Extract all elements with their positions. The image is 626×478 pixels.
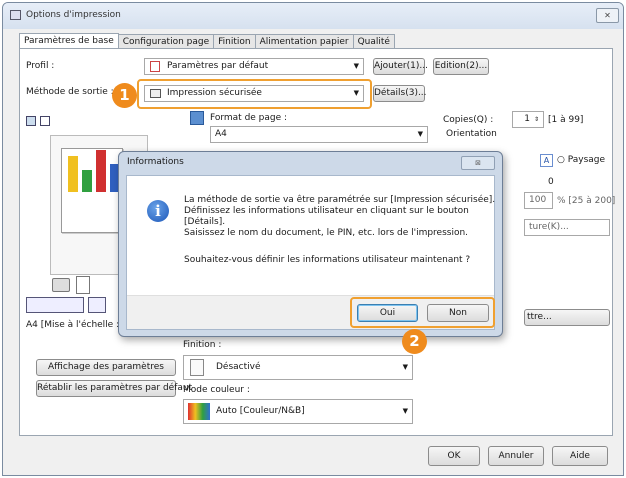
cancel-button[interactable]: Annuler <box>488 446 544 466</box>
tab-paper-source[interactable]: Alimentation papier <box>254 34 354 49</box>
lock-printer-icon <box>150 89 161 98</box>
dialog-message-line-1: La méthode de sortie va être paramétrée … <box>184 195 496 205</box>
preview-mode-icon[interactable] <box>26 116 36 126</box>
profile-select[interactable]: Paramètres par défaut ▼ <box>144 58 364 75</box>
printer-icon <box>10 10 21 20</box>
layout-alt-icon[interactable] <box>88 297 106 313</box>
preview-sheet <box>61 148 123 233</box>
page-format-select[interactable]: A4 ▼ <box>210 126 428 143</box>
edit-profile-button[interactable]: Edition(2)... <box>433 58 489 75</box>
chevron-down-icon: ▼ <box>402 407 408 415</box>
scale-spinner[interactable]: 100 <box>524 192 553 209</box>
orientation-label: Orientation <box>446 129 497 139</box>
window-title: Options d'impression <box>26 10 121 20</box>
scale-range: % [25 à 200] <box>557 196 616 206</box>
help-button[interactable]: Aide <box>552 446 608 466</box>
callout-1: 1 <box>112 83 137 108</box>
color-mode-value: Auto [Couleur/N&B] <box>216 406 305 416</box>
landscape-label: Paysage <box>567 155 606 165</box>
chevron-down-icon: ▼ <box>353 62 359 70</box>
copies-range: [1 à 99] <box>548 115 584 125</box>
dialog-message-line-3: [Détails]. <box>184 217 226 227</box>
profile-label: Profil : <box>26 61 55 71</box>
show-settings-button[interactable]: Affichage des paramètres <box>36 359 176 376</box>
tab-basic-settings[interactable]: Paramètres de base <box>19 33 119 49</box>
preview-bar <box>68 156 78 192</box>
color-mode-select[interactable]: Auto [Couleur/N&B] ▼ <box>183 399 413 424</box>
partial-button[interactable]: ttre... <box>524 309 610 326</box>
dialog-message-line-4: Saisissez le nom du document, le PIN, et… <box>184 228 469 238</box>
copies-spinner[interactable]: 1 ⇕ <box>512 111 544 128</box>
chevron-down-icon: ▼ <box>402 363 408 371</box>
add-profile-button[interactable]: Ajouter(1)... <box>373 58 428 75</box>
yes-button[interactable]: Oui <box>357 304 418 322</box>
output-method-label: Méthode de sortie : <box>26 87 114 97</box>
color-icon <box>188 403 210 420</box>
details-button[interactable]: Détails(3)... <box>373 85 427 102</box>
partial-field[interactable]: ture(K)... <box>524 219 610 236</box>
dialog-body: i La méthode de sortie va être paramétré… <box>126 175 495 330</box>
ok-button[interactable]: OK <box>428 446 480 466</box>
printer-view-icon[interactable] <box>40 116 50 126</box>
preview-bar <box>96 150 106 192</box>
landscape-glyph-icon: A <box>540 154 553 167</box>
copies-label: Copies(Q) : <box>443 115 494 125</box>
information-dialog: Informations ⊠ i La méthode de sortie va… <box>118 151 503 337</box>
close-button[interactable]: ✕ <box>596 8 619 23</box>
tab-page-setup[interactable]: Configuration page <box>117 34 215 49</box>
landscape-radio-label[interactable]: ○ Paysage <box>557 155 605 165</box>
info-icon: i <box>147 200 169 222</box>
copies-value: 1 <box>524 114 530 124</box>
output-method-select[interactable]: Impression sécurisée ▼ <box>144 85 364 102</box>
chevron-down-icon: ▼ <box>417 130 423 138</box>
scale-value: 100 <box>529 195 547 205</box>
paper-icon <box>190 359 204 376</box>
output-method-value: Impression sécurisée <box>167 88 262 98</box>
finishing-label: Finition : <box>183 340 222 350</box>
dialog-close-button[interactable]: ⊠ <box>461 156 495 170</box>
tab-quality[interactable]: Qualité <box>352 34 395 49</box>
title-bar: Options d'impression ✕ <box>3 3 623 29</box>
preview-bar <box>82 170 92 192</box>
spinner-icon: ⇕ <box>533 116 539 123</box>
finishing-value: Désactivé <box>216 362 261 372</box>
page-size-icon <box>190 111 204 125</box>
page-format-label: Format de page : <box>210 113 288 123</box>
color-mode-label: Mode couleur : <box>183 385 250 395</box>
tab-bar: Paramètres de base Configuration page Fi… <box>19 33 395 49</box>
dialog-footer: Oui Non <box>127 295 495 329</box>
page-icon <box>76 276 90 294</box>
dialog-message-line-2: Définissez les informations utilisateur … <box>184 206 469 216</box>
page-format-value: A4 <box>215 129 227 139</box>
layout-toggle-icon[interactable] <box>26 297 84 313</box>
tab-finishing[interactable]: Finition <box>213 34 256 49</box>
callout-2: 2 <box>402 329 427 354</box>
dialog-question: Souhaitez-vous définir les informations … <box>184 255 471 265</box>
finishing-select[interactable]: Désactivé ▼ <box>183 355 413 380</box>
printer-icon <box>52 278 70 292</box>
restore-defaults-button[interactable]: Rétablir les paramètres par défaut <box>36 380 192 397</box>
dialog-title: Informations <box>127 157 184 167</box>
profile-icon <box>150 61 160 72</box>
chevron-down-icon: ▼ <box>353 89 359 97</box>
no-button[interactable]: Non <box>427 304 489 322</box>
profile-value: Paramètres par défaut <box>167 61 269 71</box>
scale-partial-value: 0 <box>548 177 554 187</box>
